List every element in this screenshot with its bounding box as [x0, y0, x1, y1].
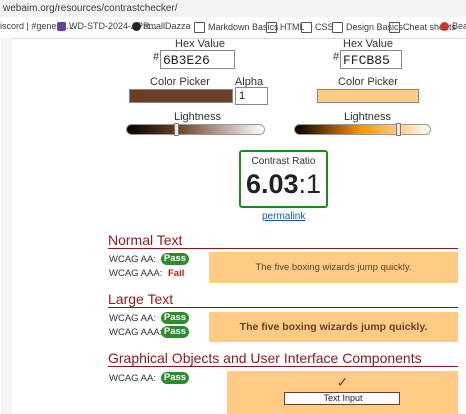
background-lightness-handle[interactable]	[396, 123, 402, 136]
large-aaa-pass-badge: Pass	[161, 326, 189, 338]
app-icon	[440, 21, 449, 31]
normal-text-sample: The five boxing wizards jump quickly.	[209, 252, 458, 283]
large-aa-pass-badge: Pass	[161, 312, 189, 324]
alpha-input[interactable]: 1	[235, 87, 268, 105]
contrast-ratio-box: Contrast Ratio 6.03:1	[239, 150, 328, 208]
fg-lightness-label: Lightness	[173, 111, 222, 123]
fg-color-picker-label: Color Picker	[150, 76, 210, 88]
app-icon	[57, 21, 66, 31]
section-divider	[108, 307, 458, 308]
url-text: webaim.org/resources/contrastchecker/	[3, 3, 178, 14]
checkmark-icon: ✓	[336, 374, 349, 390]
background-lightness-slider[interactable]	[294, 124, 431, 135]
section-divider	[108, 248, 458, 249]
folder-icon	[301, 22, 312, 33]
ratio-number: 6.03	[245, 169, 299, 199]
large-text-sample: The five boxing wizards jump quickly.	[209, 312, 458, 342]
graphical-aa-pass-badge: Pass	[161, 372, 189, 384]
background-hex-input[interactable]: FFCB85	[340, 50, 402, 69]
bg-lightness-label: Lightness	[343, 111, 392, 123]
folder-icon	[194, 22, 205, 33]
github-icon	[132, 21, 141, 31]
folder-icon	[389, 22, 400, 33]
normal-text-heading: Normal Text	[108, 232, 183, 248]
bookmark-beautiful[interactable]: Beautiful F	[440, 21, 466, 31]
bookmark-html[interactable]: HTML	[266, 21, 305, 33]
background-color-picker[interactable]	[317, 89, 419, 103]
large-aa-label: WCAG AA:	[109, 313, 156, 324]
folder-icon	[266, 22, 277, 33]
contrast-ratio-label: Contrast Ratio	[251, 156, 316, 167]
foreground-color-picker[interactable]	[129, 89, 233, 103]
fg-hex-label: Hex Value	[175, 38, 225, 50]
graphical-aa-label: WCAG AA:	[109, 373, 156, 384]
bg-color-picker-label: Color Picker	[338, 76, 398, 88]
sample-text-input[interactable]: Text Input	[284, 392, 400, 405]
permalink-link[interactable]: permalink	[262, 211, 305, 222]
foreground-lightness-handle[interactable]	[174, 123, 180, 136]
foreground-lightness-slider[interactable]	[126, 124, 265, 135]
ratio-suffix: :1	[298, 169, 322, 199]
section-divider	[108, 366, 458, 367]
normal-aa-label: WCAG AA:	[109, 254, 156, 265]
bg-hash: #	[333, 51, 340, 63]
bookmark-label: CSS	[315, 22, 334, 32]
bookmark-label: smallDazza	[144, 21, 191, 31]
bg-hex-label: Hex Value	[343, 38, 393, 50]
bookmarks-bar: iscord | #general... WD-STD-2024-APR... …	[0, 17, 466, 39]
folder-icon	[332, 22, 343, 33]
graphical-objects-heading: Graphical Objects and User Interface Com…	[108, 350, 422, 366]
foreground-hex-input[interactable]: 6B3E26	[160, 50, 235, 69]
normal-aaa-label: WCAG AAA:	[109, 268, 163, 279]
contrast-ratio-value: 6.03:1	[241, 169, 326, 200]
normal-aa-pass-badge: Pass	[161, 253, 189, 265]
side-gutter	[1, 38, 12, 414]
large-aaa-label: WCAG AAA:	[109, 327, 163, 338]
bookmark-label: Beautiful F	[452, 21, 466, 31]
address-bar[interactable]: webaim.org/resources/contrastchecker/	[0, 0, 466, 17]
large-text-heading: Large Text	[108, 291, 174, 307]
graphical-sample: ✓ Text Input	[227, 371, 458, 414]
fg-hash: #	[153, 51, 160, 63]
bookmark-smalldazza[interactable]: smallDazza	[132, 21, 191, 31]
bookmark-css[interactable]: CSS	[301, 21, 334, 33]
normal-aaa-fail-badge: Fail	[168, 268, 185, 279]
